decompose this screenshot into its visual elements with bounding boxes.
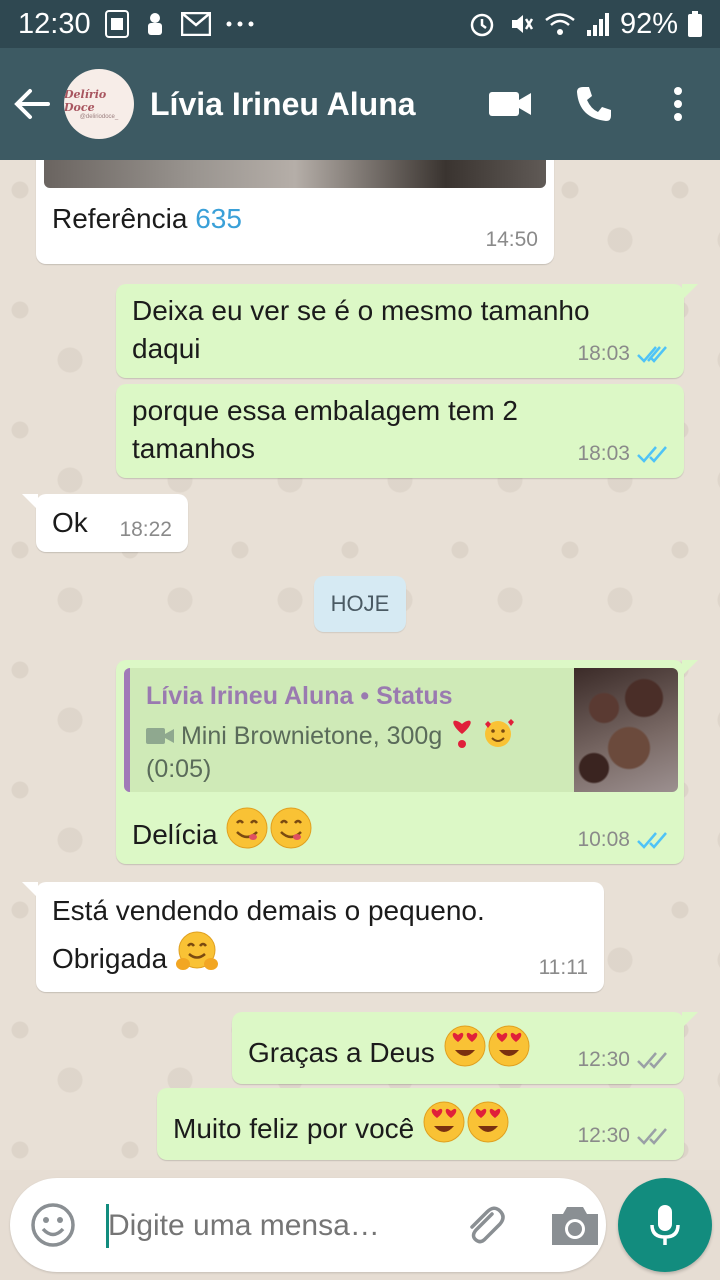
- chat-header: Delírio Doce @deliriodoce_ Lívia Irineu …: [0, 48, 720, 160]
- reference-link[interactable]: 635: [195, 203, 242, 234]
- time-label: 11:11: [538, 955, 588, 979]
- time-label: 12:30: [577, 1047, 630, 1071]
- emoji-button[interactable]: [28, 1200, 78, 1250]
- status-bar: 12:30 92%: [0, 0, 720, 48]
- message-caption: Referência: [52, 203, 196, 234]
- quote-bar: [124, 668, 130, 792]
- message-text-label: Delícia: [132, 819, 218, 850]
- time-label: 18:22: [119, 517, 172, 541]
- paperclip-icon: [470, 1206, 505, 1244]
- status-thumbnail: [574, 668, 678, 792]
- video-call-icon: [489, 92, 531, 116]
- voice-record-button[interactable]: [618, 1178, 712, 1272]
- arrow-left-icon: [14, 89, 50, 119]
- battery-icon: [688, 11, 702, 37]
- avatar[interactable]: Delírio Doce @deliriodoce_: [64, 69, 134, 139]
- read-ticks-icon: [637, 346, 667, 363]
- time-label: 12:30: [577, 1123, 630, 1147]
- image-thumbnail[interactable]: [44, 160, 546, 188]
- message-outgoing[interactable]: Graças a Deus 12:30: [232, 1012, 698, 1084]
- yum-face-emoji-icon: [270, 807, 312, 849]
- camera-button[interactable]: [548, 1204, 602, 1248]
- time-label: 18:03: [577, 341, 630, 365]
- voice-call-button[interactable]: [552, 48, 636, 160]
- quote-text: Mini Brownietone, 300g (0:05): [146, 718, 546, 785]
- heart-exclamation-emoji-icon: [453, 720, 471, 748]
- message-text: Muito feliz por você: [173, 1100, 510, 1148]
- quoted-status[interactable]: Lívia Irineu Aluna • Status Mini Brownie…: [124, 668, 678, 792]
- message-text-label: Graças a Deus: [248, 1037, 435, 1068]
- signal-icon: [586, 11, 610, 37]
- message-text: Ok: [52, 507, 88, 538]
- read-ticks-icon: [637, 832, 667, 849]
- phone-icon: [577, 87, 611, 121]
- avatar-sub: @deliriodoce_: [79, 114, 119, 120]
- message-incoming[interactable]: Referência 635 14:50: [36, 160, 554, 264]
- alarm-icon: [468, 10, 496, 38]
- yum-face-emoji-icon: [226, 807, 268, 849]
- delivered-ticks-icon: [637, 1128, 667, 1145]
- message-incoming[interactable]: Ok 18:22: [22, 494, 188, 552]
- message-incoming[interactable]: Está vendendo demais o pequeno. Obrigada…: [22, 882, 604, 992]
- status-time: 12:30: [18, 7, 91, 40]
- more-dots-icon: [225, 20, 255, 28]
- sim-card-icon: [104, 10, 129, 38]
- message-time: 11:11: [539, 954, 588, 982]
- hugging-face-emoji-icon: [175, 931, 218, 970]
- message-text: porque essa embalagem tem 2 tamanhos: [132, 395, 518, 464]
- message-composer: [10, 1178, 606, 1272]
- battery-percent: 92%: [619, 7, 678, 40]
- heart-eyes-emoji-icon: [444, 1025, 486, 1067]
- message-time: 18:22: [119, 516, 172, 544]
- message-outgoing[interactable]: Muito feliz por você 12:30: [157, 1088, 684, 1160]
- video-camera-icon: [146, 728, 174, 744]
- time-label: 18:03: [577, 441, 630, 465]
- message-text: Referência 635: [52, 200, 242, 238]
- chat-area[interactable]: Referência 635 14:50 Deixa eu ver se é o…: [0, 160, 720, 1170]
- message-time: 12:30: [577, 1046, 668, 1074]
- back-button[interactable]: [0, 48, 64, 160]
- more-vert-icon: [674, 87, 682, 121]
- camera-icon: [552, 1207, 598, 1245]
- message-time: 12:30: [577, 1122, 668, 1150]
- message-outgoing[interactable]: Lívia Irineu Aluna • Status Mini Brownie…: [116, 660, 698, 864]
- time-label: 14:50: [485, 227, 538, 251]
- message-text-label: Muito feliz por você: [173, 1113, 415, 1144]
- message-input[interactable]: [108, 1202, 428, 1250]
- message-outgoing[interactable]: Deixa eu ver se é o mesmo tamanho daqui …: [116, 284, 698, 378]
- avatar-logo: Delírio Doce: [64, 88, 107, 114]
- more-options-button[interactable]: [636, 48, 720, 160]
- message-text: Está vendendo demais o pequeno. Obrigada: [52, 892, 552, 978]
- heart-eyes-emoji-icon: [467, 1101, 509, 1143]
- gmail-icon: [180, 12, 211, 36]
- read-ticks-icon: [637, 446, 667, 463]
- android-debug-icon: [143, 10, 167, 38]
- message-time: 18:03: [577, 340, 668, 368]
- heart-eyes-emoji-icon: [423, 1101, 465, 1143]
- message-time: 10:08: [577, 826, 668, 854]
- date-divider: HOJE: [314, 576, 406, 632]
- wifi-icon: [544, 11, 576, 37]
- message-text: Graças a Deus: [248, 1024, 531, 1072]
- message-outgoing[interactable]: porque essa embalagem tem 2 tamanhos 18:…: [116, 384, 684, 478]
- contact-name[interactable]: Lívia Irineu Aluna: [150, 86, 468, 123]
- quote-author: Lívia Irineu Aluna • Status: [146, 682, 453, 710]
- quote-duration: (0:05): [146, 754, 212, 783]
- smiling-face-with-hearts-emoji-icon: [485, 719, 515, 747]
- emoji-icon: [31, 1203, 75, 1247]
- time-label: 10:08: [577, 827, 630, 851]
- video-call-button[interactable]: [468, 48, 552, 160]
- message-text-label: Está vendendo demais o pequeno. Obrigada: [52, 895, 485, 974]
- delivered-ticks-icon: [637, 1052, 667, 1069]
- vibrate-mute-icon: [506, 10, 534, 38]
- heart-eyes-emoji-icon: [488, 1025, 530, 1067]
- microphone-icon: [650, 1205, 680, 1245]
- quote-caption: Mini Brownietone, 300g: [180, 722, 443, 750]
- attach-button[interactable]: [460, 1200, 510, 1250]
- message-time: 14:50: [485, 226, 538, 254]
- message-time: 18:03: [577, 440, 668, 468]
- message-text: Delícia: [132, 806, 313, 854]
